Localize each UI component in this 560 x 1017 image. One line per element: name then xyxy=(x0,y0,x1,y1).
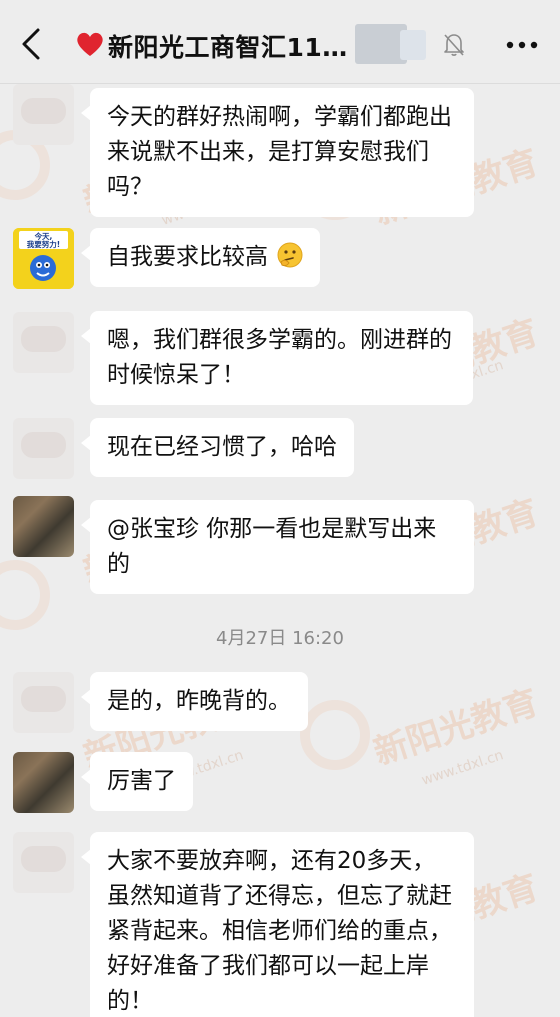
cartoon-avatar-icon: 今天, 我要努力! xyxy=(13,228,74,289)
message-text: 今天的群好热闹啊，学霸们都跑出来说默不出来，是打算安慰我们吗？ xyxy=(107,104,452,200)
message-timestamp: 4月27日 16:20 xyxy=(216,628,344,649)
avatar[interactable] xyxy=(13,312,74,373)
blurred-region xyxy=(400,30,426,60)
message-bubble[interactable]: 今天的群好热闹啊，学霸们都跑出来说默不出来，是打算安慰我们吗？ xyxy=(81,88,474,217)
avatar[interactable] xyxy=(13,752,74,813)
watermark-logo xyxy=(0,560,50,630)
avatar[interactable] xyxy=(13,672,74,733)
message-bubble[interactable]: 嗯，我们群很多学霸的。刚进群的时候惊呆了！ xyxy=(81,311,473,405)
watermark-text: 新阳光教育 xyxy=(369,682,544,774)
back-icon[interactable] xyxy=(18,27,46,61)
message-text: 厉害了 xyxy=(107,768,176,794)
avatar[interactable]: 今天, 我要努力! xyxy=(13,228,74,289)
message-bubble[interactable]: @张宝珍 你那一看也是默写出来的 xyxy=(81,500,474,594)
thinking-emoji-icon xyxy=(277,242,303,268)
message-text: 现在已经习惯了，哈哈 xyxy=(107,434,337,460)
message-text: 大家不要放弃啊，还有20多天，虽然知道背了还得忘，但忘了就赶紧背起来。相信老师们… xyxy=(107,848,452,1014)
more-options-icon[interactable] xyxy=(505,40,539,50)
watermark-logo xyxy=(300,700,370,770)
avatar[interactable] xyxy=(13,832,74,893)
mute-bell-icon xyxy=(444,34,464,56)
message-bubble[interactable]: 厉害了 xyxy=(81,752,193,811)
message-bubble[interactable]: 自我要求比较高 xyxy=(80,228,321,287)
message-bubble[interactable]: 大家不要放弃啊，还有20多天，虽然知道背了还得忘，但忘了就赶紧背起来。相信老师们… xyxy=(81,832,474,1017)
message-bubble[interactable]: 现在已经习惯了，哈哈 xyxy=(81,418,354,477)
avatar[interactable] xyxy=(13,84,74,145)
avatar[interactable] xyxy=(13,496,74,557)
avatar[interactable] xyxy=(13,418,74,479)
chat-header: 新阳光工商智汇11… xyxy=(0,0,560,84)
message-text: @张宝珍 你那一看也是默写出来的 xyxy=(107,516,437,577)
message-text: 嗯，我们群很多学霸的。刚进群的时候惊呆了！ xyxy=(107,327,452,388)
chat-title[interactable]: 新阳光工商智汇11… xyxy=(108,28,348,64)
message-text: 是的，昨晚背的。 xyxy=(107,688,291,714)
heart-icon xyxy=(77,32,103,56)
message-text: 自我要求比较高 xyxy=(107,244,268,270)
svg-text:我要努力!: 我要努力! xyxy=(27,239,60,249)
watermark-url: www.tdxl.cn xyxy=(419,747,506,789)
message-bubble[interactable]: 是的，昨晚背的。 xyxy=(81,672,308,731)
